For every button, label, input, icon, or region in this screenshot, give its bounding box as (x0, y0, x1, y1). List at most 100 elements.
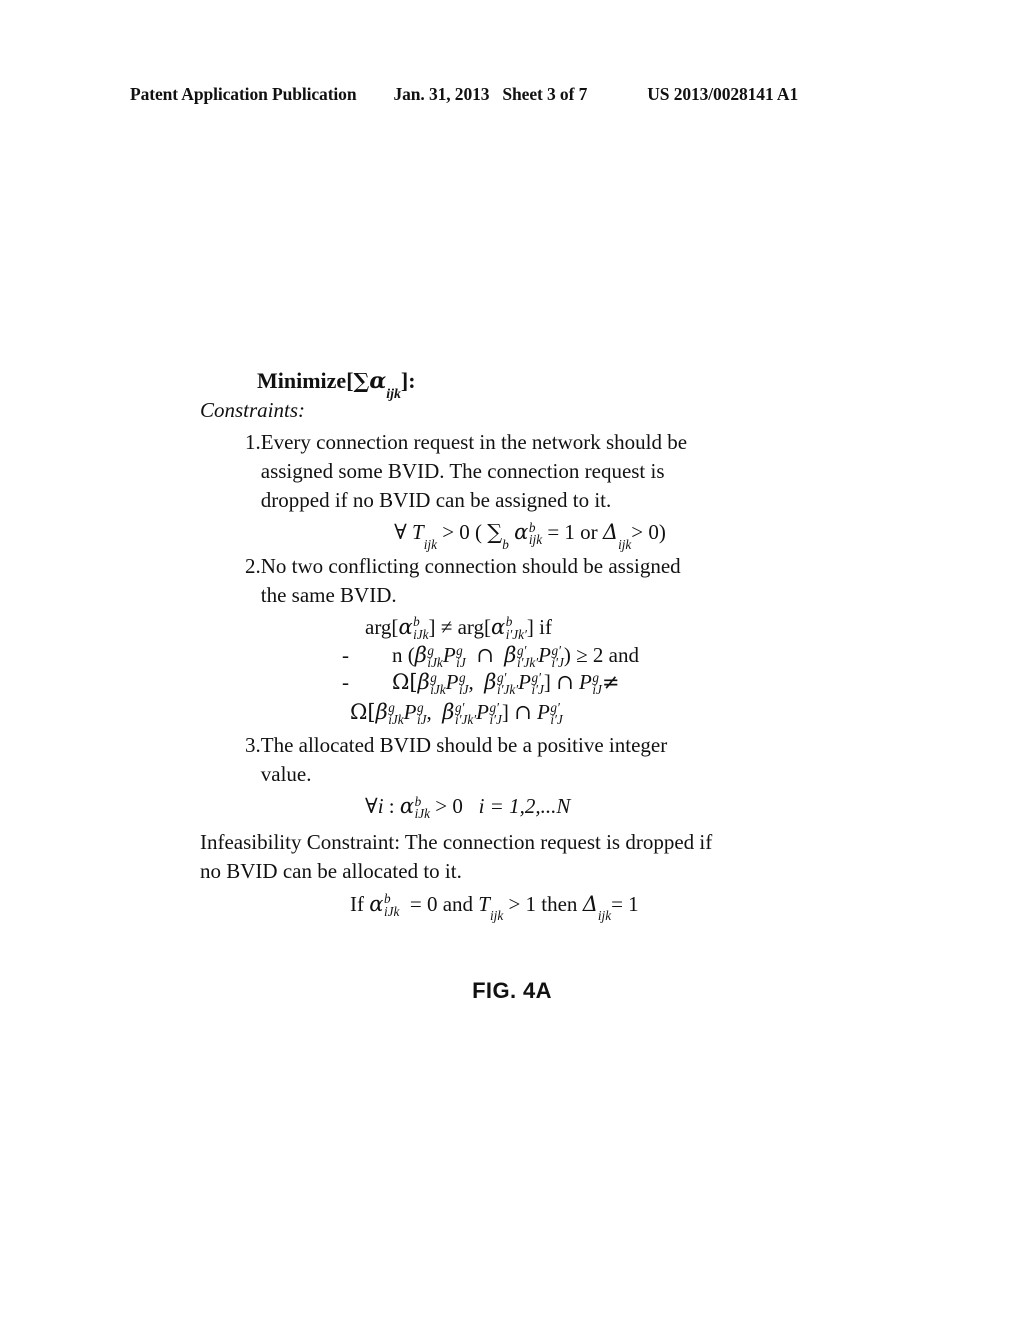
f1-T-subscript: ijk (423, 536, 437, 552)
constraint-item-3: 3. The allocated BVID should be a positi… (200, 731, 840, 789)
f3-beta-2: β (504, 643, 517, 668)
f3-beta-1-subscript: iJk (427, 655, 443, 671)
f4-P-1-scripts: g iJ (459, 669, 469, 698)
f6-colon: : (388, 794, 395, 819)
f5-P-2: P (476, 700, 489, 725)
f4-beta-1: β (417, 670, 430, 695)
constraint-3-line-2: value. (260, 762, 312, 787)
infeasibility-line-2: no BVID can be allocated to it. (200, 858, 462, 883)
formula-4-row: - Ω[β g iJk Pg iJ, β g′ i′Jk′ Pg′ i′J] ∩ Pg iJ ≠ (200, 669, 840, 698)
f3-P-1-subscript: iJ (456, 655, 466, 671)
objective-bracket-close: ]: (400, 368, 416, 393)
f2-alpha-2: α (491, 614, 506, 639)
f2-alpha-1-scripts: b iJk (413, 614, 429, 642)
f6-gt-zero: > 0 (435, 794, 463, 819)
f5-P-2-scripts: g′ i′J (489, 699, 502, 728)
header-sheet: Sheet 3 of 7 (502, 84, 588, 104)
f1-T: T (412, 520, 424, 545)
constraint-1-line-3: dropped if no BVID can be assigned to it… (260, 488, 612, 513)
f5-P-1-subscript: iJ (417, 712, 427, 728)
f7-equals-one: = 1 (611, 891, 639, 916)
formula-3-row: - n (β g iJk Pg iJ ∩ β g′ i′Jk′ Pg′ i′J) ≥ 2 and (200, 642, 840, 671)
f5-beta-2-scripts: g′ i′Jk′ (454, 699, 477, 728)
bullet-dash-1: - (342, 643, 349, 668)
header-publication-number: US 2013/0028141 A1 (647, 84, 799, 104)
summation-icon: ∑ (353, 368, 370, 393)
f7-delta: Δ (582, 891, 598, 916)
alpha-subscript: ijk (386, 385, 401, 401)
f5-P-1-scripts: g iJ (417, 699, 427, 728)
f4-comma: , (468, 670, 474, 695)
f4-P-3-subscript: iJ (592, 682, 602, 698)
f4-P-3: P (579, 670, 592, 695)
f3-P-2-subscript: i′J (551, 655, 564, 671)
constraint-2-number: 2. (245, 553, 261, 578)
page-header: Patent Application Publication Jan. 31, … (130, 84, 900, 110)
f4-bracket-close: ] (543, 670, 551, 695)
f4-beta-2-scripts: g′ i′Jk′ (496, 669, 519, 698)
header-date: Jan. 31, 2013 (393, 84, 490, 104)
f4-beta-1-scripts: g iJk (430, 669, 446, 698)
f5-P-3-scripts: g′ i′J (550, 699, 563, 728)
f5-intersection-icon: ∩ (514, 700, 532, 725)
constraint-2-line-2: the same BVID. (260, 582, 397, 607)
f5-beta-2: β (442, 700, 455, 725)
f2-arg-open: arg[ (365, 614, 399, 639)
f7-alpha-subscript: iJk (383, 903, 400, 919)
f3-P-2-scripts: g′ i′J (551, 642, 564, 671)
f2-alpha-2-scripts: b i′Jk′ (505, 614, 527, 642)
f1-gt-zero: > 0 ( (442, 520, 483, 545)
f5-beta-1-scripts: g iJk (388, 699, 404, 728)
f1-delta-subscript: ijk (618, 536, 632, 552)
f3-P-1: P (442, 643, 456, 668)
f4-beta-2-subscript: i′Jk′ (496, 682, 519, 698)
f2-alpha-2-subscript: i′Jk′ (505, 626, 527, 642)
f2-alpha-1-subscript: iJk (413, 626, 429, 642)
formula-7: If α b iJk = 0 and Tijk > 1 then Δijk= 1 (200, 890, 840, 922)
f7-equals-zero: = 0 and (409, 891, 474, 916)
f5-beta-1-subscript: iJk (388, 712, 404, 728)
f7-alpha: α (369, 891, 384, 916)
f5-P-2-subscript: i′J (489, 712, 502, 728)
constraint-1-text: Every connection request in the network … (261, 428, 840, 515)
figure-4a-content: Minimize[∑αijk]: Constraints: 1. Every c… (200, 368, 840, 922)
constraint-2-text: No two conflicting connection should be … (261, 552, 840, 610)
f6-i: i (377, 794, 384, 819)
f4-not-equal-icon: ≠ (601, 670, 620, 695)
formula-5: Ω[β g iJk Pg iJ, β g′ i′Jk′ Pg′ i′J] ∩ Pg′ i′J (200, 698, 840, 726)
f1-delta: Δ (602, 520, 619, 545)
f3-P-2: P (538, 643, 551, 668)
f4-beta-1-subscript: iJk (430, 682, 446, 698)
f6-alpha-subscript: iJk (414, 806, 430, 822)
figure-caption: FIG. 4A (472, 978, 552, 1003)
f2-alpha-1: α (398, 614, 413, 639)
f1-alpha: α (514, 520, 529, 545)
constraints-label: Constraints: (200, 398, 306, 423)
f5-beta-1: β (375, 700, 388, 725)
f4-P-1-subscript: iJ (459, 682, 469, 698)
f7-T: T (478, 891, 490, 916)
f5-P-3: P (537, 700, 550, 725)
f5-comma: , (426, 700, 432, 725)
f7-alpha-scripts: b iJk (383, 891, 400, 919)
f7-delta-subscript: ijk (597, 907, 612, 923)
f4-P-2: P (518, 670, 531, 695)
constraint-1-line-2: assigned some BVID. The connection reque… (260, 459, 665, 484)
f3-beta-1: β (414, 643, 427, 668)
f1-equals-one: = 1 or (547, 520, 598, 545)
forall-icon: ∀ (394, 520, 407, 545)
f3-intersection-icon: ∩ (476, 643, 494, 668)
f4-intersection-icon: ∩ (556, 670, 574, 695)
constraint-3-line-1: The allocated BVID should be a positive … (260, 733, 668, 758)
constraint-item-2: 2. No two conflicting connection should … (200, 552, 840, 610)
f2-not-equal: ] ≠ arg[ (428, 614, 491, 639)
formula-4: Ω[β g iJk Pg iJ, β g′ i′Jk′ Pg′ i′J] ∩ Pg iJ ≠ (392, 669, 620, 698)
alpha-symbol: α (369, 368, 387, 394)
f3-tail: ) ≥ 2 and (563, 643, 639, 668)
objective-function-title: Minimize[∑αijk]: (257, 368, 840, 400)
f4-P-2-scripts: g′ i′J (531, 669, 544, 698)
constraint-2-line-1: No two conflicting connection should be … (260, 553, 681, 578)
f3-beta-2-subscript: i′Jk′ (516, 655, 539, 671)
f4-P-2-subscript: i′J (531, 682, 544, 698)
bullet-dash-2: - (342, 670, 349, 695)
